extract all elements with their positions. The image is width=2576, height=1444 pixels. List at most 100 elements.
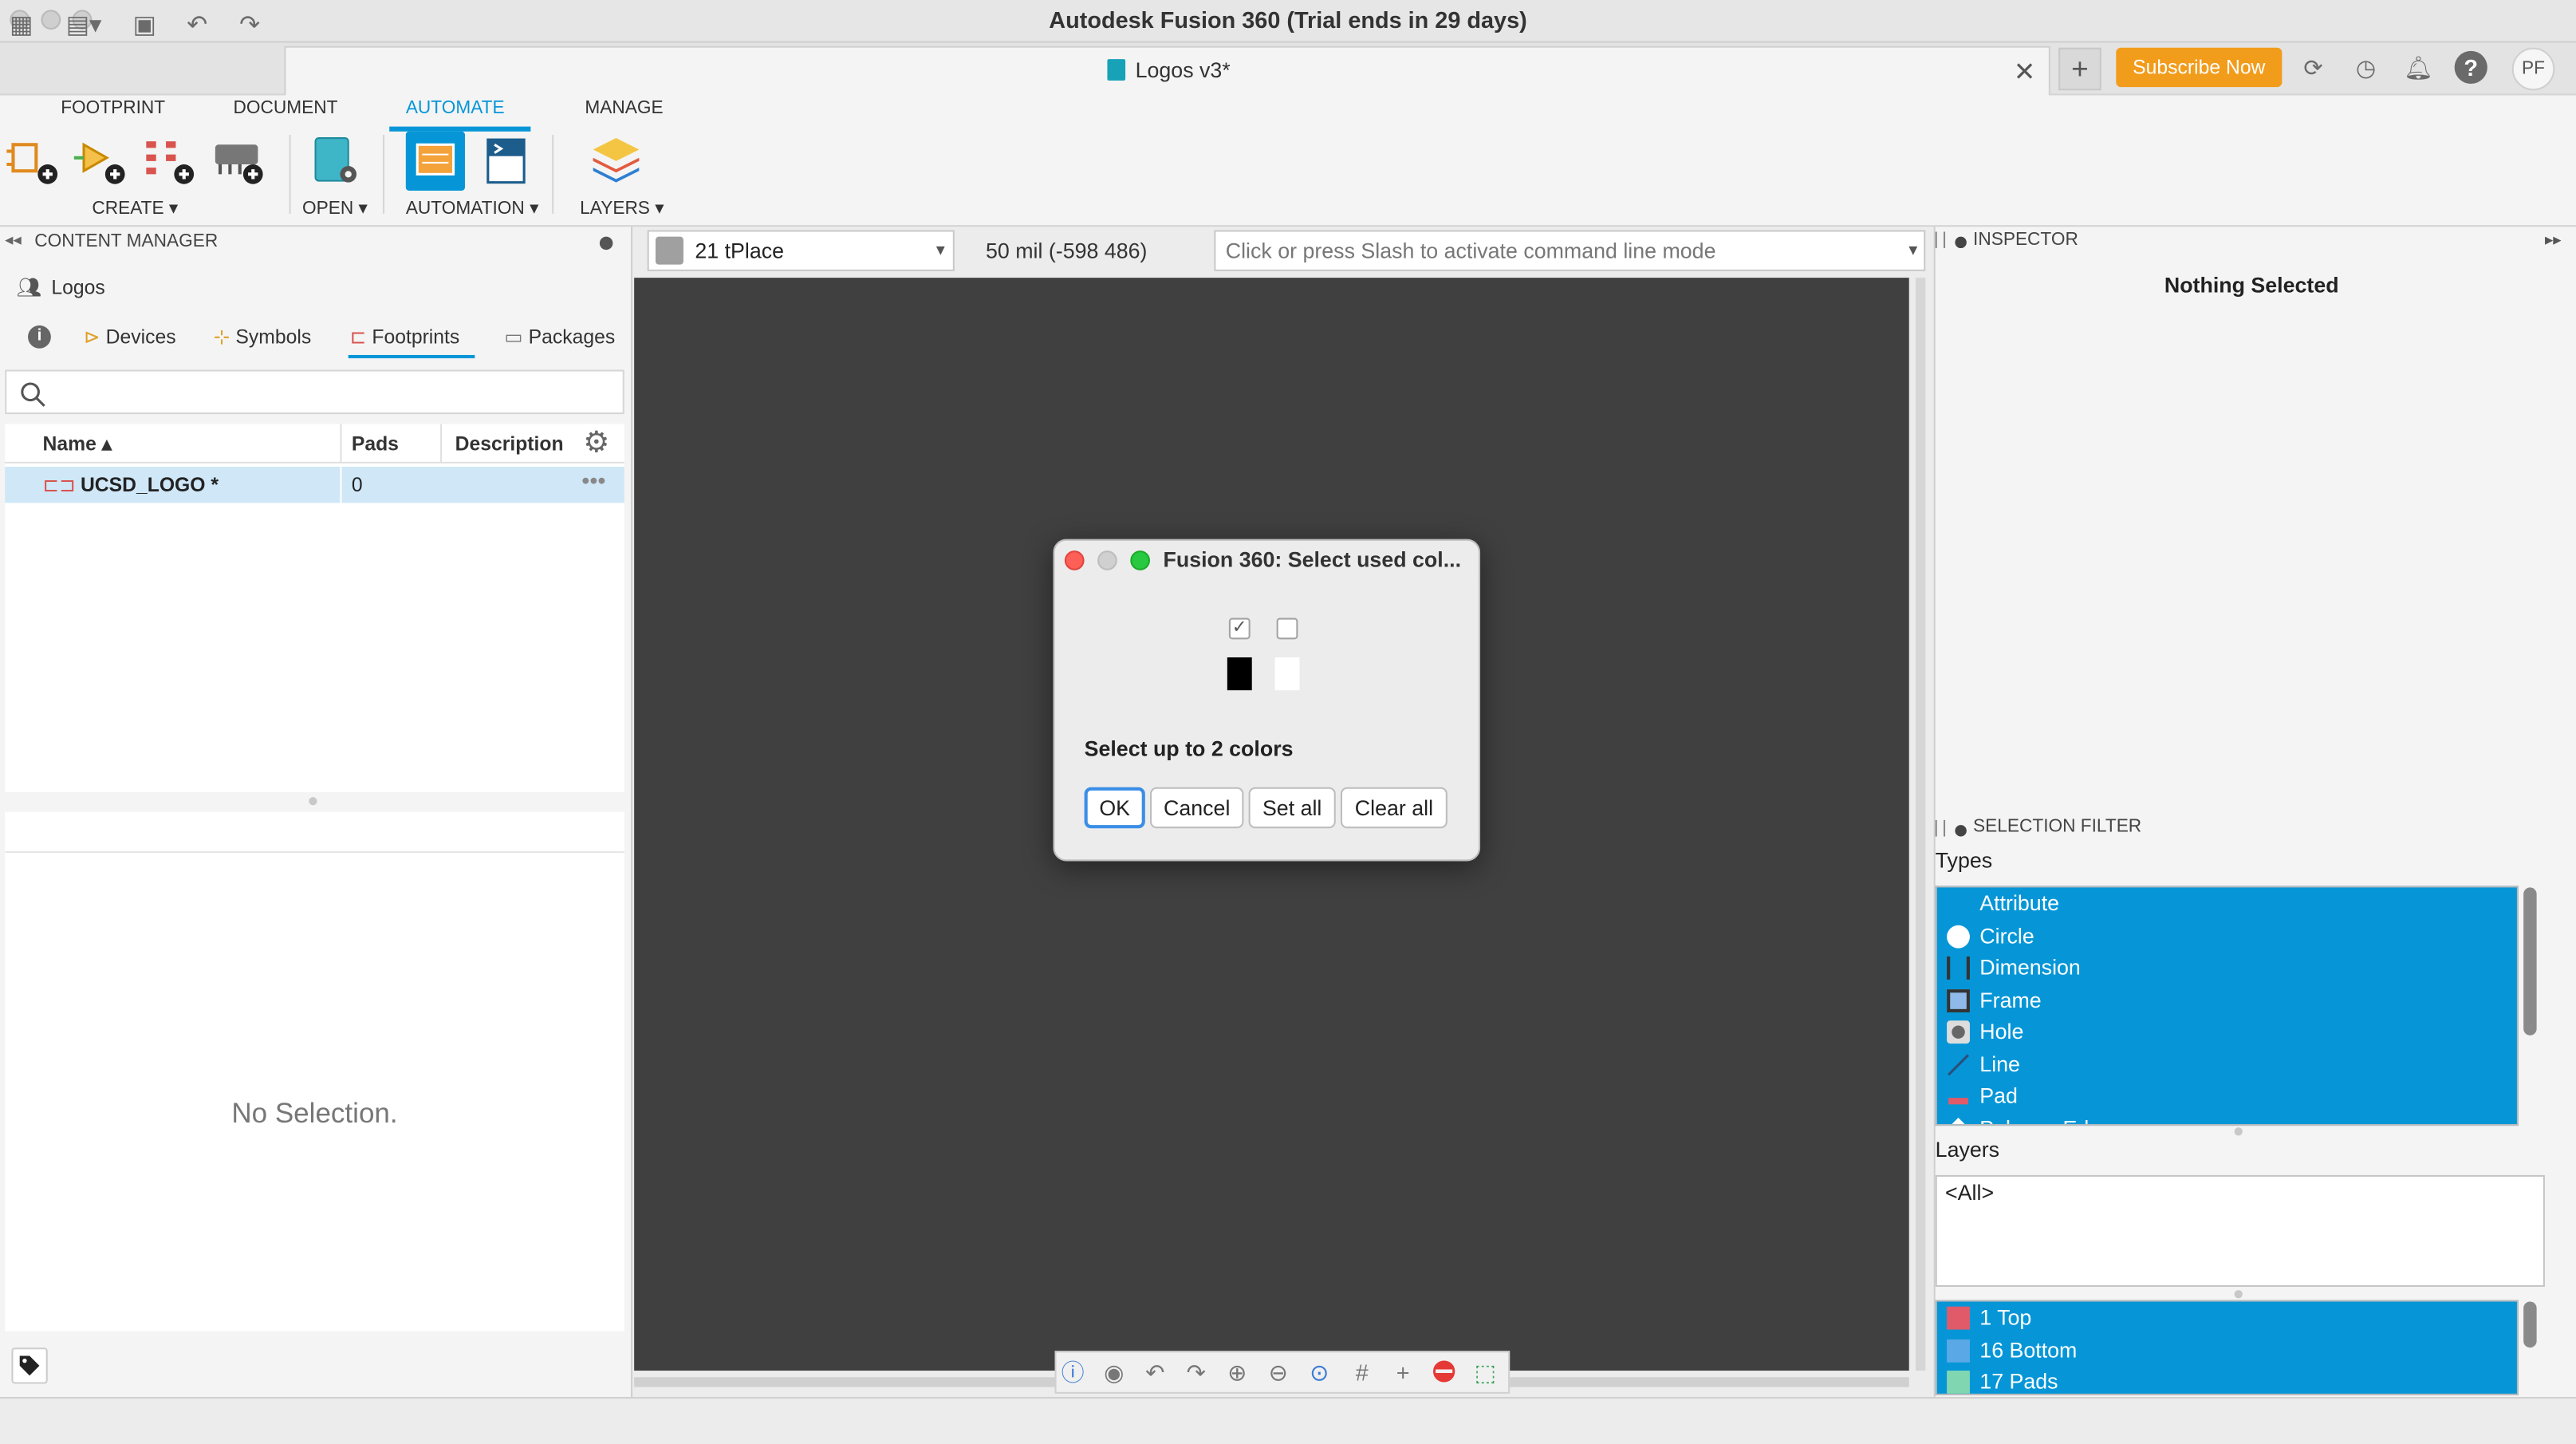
subscribe-button[interactable]: Subscribe Now bbox=[2116, 47, 2283, 88]
set-all-button[interactable]: Set all bbox=[1248, 787, 1336, 829]
splitter-handle[interactable] bbox=[2234, 1290, 2243, 1299]
panel-pin-icon[interactable] bbox=[599, 236, 613, 251]
clear-all-button[interactable]: Clear all bbox=[1340, 787, 1448, 829]
type-label-polygon-edge: Polygon Edge bbox=[1979, 1115, 2113, 1124]
tab-footprint[interactable]: FOOTPRINT bbox=[61, 99, 165, 119]
extensions-icon[interactable]: ⟳ bbox=[2297, 51, 2330, 84]
types-scrollbar[interactable] bbox=[2523, 887, 2537, 1036]
create-symbol-icon[interactable] bbox=[6, 135, 59, 187]
ok-button[interactable]: OK bbox=[1084, 787, 1145, 829]
column-description-header[interactable]: Description bbox=[455, 432, 570, 456]
document-tab[interactable]: Logos v3* ✕ bbox=[284, 45, 2050, 96]
settings-gear-icon[interactable]: ⚙ bbox=[583, 426, 609, 460]
types-list[interactable]: Attribute Circle Dimension Frame Hole Li… bbox=[1935, 886, 2519, 1126]
eye-icon[interactable]: ◉ bbox=[1099, 1358, 1128, 1387]
grid-icon[interactable]: # bbox=[1347, 1358, 1377, 1387]
dialog-minimize-button[interactable] bbox=[1097, 550, 1117, 570]
layers-group-label[interactable]: LAYERS ▾ bbox=[580, 197, 664, 219]
list-item[interactable]: Frame bbox=[1937, 984, 2517, 1016]
avatar[interactable]: PF bbox=[2511, 47, 2555, 91]
file-menu-icon[interactable]: ▤▾ bbox=[61, 11, 107, 41]
list-item[interactable]: Attribute bbox=[1937, 887, 2517, 919]
cancel-button[interactable]: Cancel bbox=[1150, 787, 1244, 829]
layers-icon[interactable] bbox=[590, 135, 643, 187]
layers-scrollbar[interactable] bbox=[2523, 1301, 2537, 1348]
table-row[interactable]: ⊏⊐ UCSD_LOGO * 0 ••• bbox=[5, 467, 624, 503]
command-line-input[interactable]: Click or press Slash to activate command… bbox=[1214, 230, 1926, 271]
list-item[interactable]: 16 Bottom bbox=[1937, 1334, 2517, 1366]
tab-devices[interactable]: ⊳ Devices bbox=[84, 325, 176, 349]
color-checkbox-1[interactable]: ✓ bbox=[1228, 617, 1251, 640]
list-item[interactable]: Polygon Edge bbox=[1937, 1112, 2517, 1125]
layers-list[interactable]: 1 Top 16 Bottom 17 Pads bbox=[1935, 1300, 2519, 1395]
splitter-handle[interactable] bbox=[2234, 1127, 2243, 1136]
row-more-icon[interactable]: ••• bbox=[581, 467, 605, 493]
column-pads-header[interactable]: Pads bbox=[352, 432, 399, 456]
layers-filter-input[interactable]: <All> bbox=[1935, 1174, 2545, 1287]
library-breadcrumb[interactable]: 👥︎ Logos bbox=[17, 276, 105, 299]
stop-icon[interactable]: ⛔︎ bbox=[1429, 1357, 1459, 1387]
save-icon[interactable]: ▣ bbox=[130, 11, 160, 41]
column-divider bbox=[340, 467, 342, 503]
color-checkbox-2[interactable] bbox=[1276, 617, 1298, 640]
run-ulp-button[interactable] bbox=[405, 131, 465, 191]
zoom-fit-icon[interactable]: ⊙ bbox=[1305, 1358, 1334, 1387]
list-item[interactable]: Hole bbox=[1937, 1016, 2517, 1047]
create-package-icon[interactable] bbox=[212, 135, 265, 187]
footprint-icon: ⊏⊐ bbox=[42, 473, 76, 497]
vertical-scrollbar[interactable] bbox=[1915, 278, 1926, 1371]
list-item[interactable]: Circle bbox=[1937, 920, 2517, 952]
open-library-icon[interactable] bbox=[309, 135, 361, 187]
collapse-left-icon[interactable]: ◂◂ bbox=[5, 231, 22, 250]
list-item[interactable]: 1 Top bbox=[1937, 1302, 2517, 1334]
panel-pin-icon[interactable] bbox=[1955, 825, 1967, 837]
tab-packages[interactable]: ▭ Packages bbox=[504, 325, 615, 349]
no-selection-text: No Selection. bbox=[231, 1098, 398, 1130]
panel-grip-icon[interactable] bbox=[1935, 231, 1946, 249]
selection-box-icon[interactable]: ⬚ bbox=[1471, 1358, 1500, 1387]
app-grid-icon[interactable]: ▦ bbox=[6, 11, 36, 41]
chevron-down-icon[interactable]: ▼ bbox=[1906, 242, 1920, 258]
tab-automate[interactable]: AUTOMATE bbox=[406, 99, 505, 119]
redo-icon[interactable]: ↷ bbox=[235, 11, 265, 41]
tab-manage[interactable]: MANAGE bbox=[585, 99, 663, 119]
create-group-label[interactable]: CREATE ▾ bbox=[92, 197, 178, 219]
create-footprint-icon[interactable] bbox=[143, 135, 195, 187]
new-tab-button[interactable]: + bbox=[2058, 47, 2101, 91]
tab-symbols[interactable]: ⊹ Symbols bbox=[214, 325, 311, 349]
crosshair-icon[interactable]: + bbox=[1388, 1358, 1418, 1387]
undo-icon[interactable]: ↶ bbox=[183, 11, 212, 41]
tab-footprints[interactable]: ⊏ Footprints bbox=[350, 325, 460, 349]
redo-icon[interactable]: ↷ bbox=[1181, 1358, 1211, 1387]
run-script-icon[interactable] bbox=[480, 135, 533, 187]
frame-icon bbox=[1947, 988, 1970, 1012]
panel-pin-icon[interactable] bbox=[1955, 236, 1967, 249]
pad-glyph bbox=[1948, 1098, 1968, 1105]
column-name-header[interactable]: Name ▴ bbox=[43, 432, 112, 456]
list-item[interactable]: 17 Pads bbox=[1937, 1366, 2517, 1394]
dialog-zoom-button[interactable] bbox=[1130, 550, 1150, 570]
undo-icon[interactable]: ↶ bbox=[1140, 1358, 1170, 1387]
list-item[interactable]: Dimension bbox=[1937, 952, 2517, 984]
collapse-right-icon[interactable]: ▸▸ bbox=[2545, 231, 2562, 250]
list-item[interactable]: Pad bbox=[1937, 1079, 2517, 1111]
layer-select[interactable]: 21 tPlace ▼ bbox=[647, 230, 955, 271]
list-item[interactable]: Line bbox=[1937, 1047, 2517, 1079]
zoom-out-icon[interactable]: ⊖ bbox=[1263, 1358, 1293, 1387]
job-status-icon[interactable]: ◷ bbox=[2350, 51, 2382, 84]
create-device-icon[interactable] bbox=[73, 135, 127, 187]
dialog-close-button[interactable] bbox=[1064, 550, 1085, 570]
info-icon[interactable]: ⓘ bbox=[1058, 1358, 1088, 1387]
tab-document[interactable]: DOCUMENT bbox=[234, 99, 338, 119]
help-icon[interactable]: ? bbox=[2454, 50, 2487, 85]
splitter-handle[interactable] bbox=[309, 797, 317, 806]
notifications-icon[interactable]: 🔔︎ bbox=[2402, 51, 2435, 84]
automation-group-label[interactable]: AUTOMATION ▾ bbox=[406, 197, 539, 219]
close-tab-icon[interactable]: ✕ bbox=[2014, 56, 2036, 89]
open-group-label[interactable]: OPEN ▾ bbox=[302, 197, 368, 219]
library-search-input[interactable] bbox=[5, 369, 624, 415]
info-icon[interactable]: i bbox=[28, 325, 51, 349]
tag-button[interactable] bbox=[11, 1347, 48, 1384]
panel-grip-icon[interactable] bbox=[1935, 819, 1946, 837]
zoom-in-icon[interactable]: ⊕ bbox=[1223, 1358, 1252, 1387]
